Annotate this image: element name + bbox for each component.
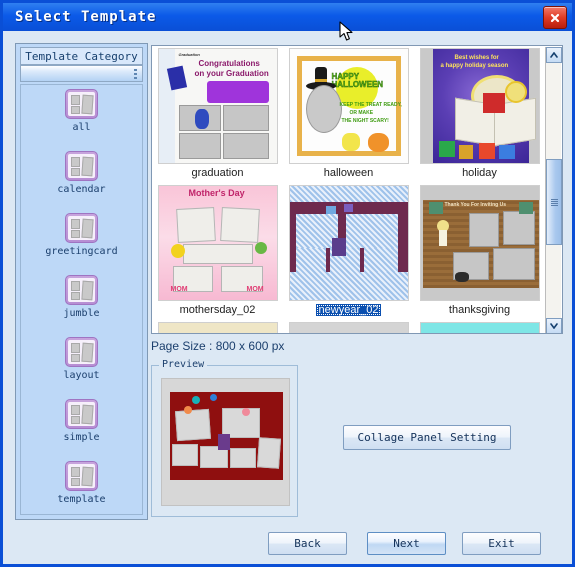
halloween-line-2: OR MAKE bbox=[349, 110, 374, 116]
sidebar: Template Category all calendar greetingc… bbox=[15, 43, 148, 520]
sidebar-item-label: layout bbox=[63, 370, 100, 381]
sidebar-item-label: jumble bbox=[63, 308, 100, 319]
template-label: mothersday_02 bbox=[179, 304, 256, 316]
sidebar-item-label: simple bbox=[63, 432, 100, 443]
collage-panel-setting-button[interactable]: Collage Panel Setting bbox=[343, 425, 511, 450]
holiday-line-1: Best wishes for bbox=[454, 55, 499, 61]
preview-label: Preview bbox=[159, 359, 208, 370]
template-label: holiday bbox=[462, 167, 497, 179]
select-template-dialog: Select Template Template Category all ca… bbox=[0, 0, 575, 567]
preview-panel: Preview bbox=[151, 359, 298, 517]
sidebar-item-label: calendar bbox=[57, 184, 106, 195]
template-item-partial[interactable] bbox=[414, 320, 545, 333]
template-item-partial[interactable] bbox=[283, 320, 414, 333]
template-thumb-icon bbox=[65, 213, 98, 243]
template-label: graduation bbox=[191, 167, 244, 179]
template-grid-row-partial bbox=[152, 320, 546, 333]
sidebar-item-template[interactable]: template bbox=[21, 461, 142, 514]
sidebar-item-jumble[interactable]: jumble bbox=[21, 275, 142, 333]
title-bar: Select Template bbox=[3, 3, 572, 31]
template-item-thanksgiving[interactable]: Thank You For Inviting Us thanksgiving bbox=[414, 183, 545, 320]
scroll-up-button[interactable] bbox=[546, 47, 562, 63]
template-item-newyear-02[interactable]: newyear_02 bbox=[283, 183, 414, 320]
sidebar-item-all[interactable]: all bbox=[21, 89, 142, 147]
exit-button[interactable]: Exit bbox=[462, 532, 541, 555]
template-thumbnail[interactable]: Thank You For Inviting Us bbox=[419, 185, 540, 301]
window-title: Select Template bbox=[15, 9, 157, 25]
mothersday-badge-left: MOM bbox=[170, 286, 188, 293]
template-thumbnail[interactable]: Mother's Day MOM MOM bbox=[157, 185, 278, 301]
graduation-headline-2: on your Graduation bbox=[194, 69, 269, 78]
chevron-down-icon bbox=[550, 323, 558, 329]
halloween-line-1: KEEP THE TREAT READY, bbox=[339, 102, 402, 108]
holiday-line-2: a happy holiday season bbox=[440, 63, 509, 69]
mothersday-badge-right: MOM bbox=[246, 286, 264, 293]
template-thumb-icon bbox=[65, 151, 98, 181]
back-button[interactable]: Back bbox=[268, 532, 347, 555]
sidebar-item-label: greetingcard bbox=[45, 246, 118, 257]
sidebar-item-layout[interactable]: layout bbox=[21, 337, 142, 395]
sidebar-item-greetingcard[interactable]: greetingcard bbox=[21, 213, 142, 271]
template-thumb-icon bbox=[65, 275, 98, 305]
template-label: thanksgiving bbox=[448, 304, 511, 316]
page-size-label: Page Size : 800 x 600 px bbox=[151, 339, 285, 353]
template-thumbnail[interactable]: HAPPY HALLOWEEN KEEP THE TREAT READY, OR… bbox=[288, 48, 409, 164]
sidebar-title: Template Category bbox=[20, 47, 143, 65]
grid-vertical-scrollbar[interactable] bbox=[545, 47, 562, 333]
template-item-graduation[interactable]: Graduation Congratulations on your Gradu… bbox=[152, 46, 283, 183]
template-grid-row: Graduation Congratulations on your Gradu… bbox=[152, 46, 546, 183]
sidebar-item-label: template bbox=[57, 494, 106, 505]
graduation-headline-1: Congratulations bbox=[198, 59, 260, 68]
template-grid-row: Mother's Day MOM MOM mothersday_02 newye… bbox=[152, 183, 546, 320]
next-button[interactable]: Next bbox=[367, 532, 446, 555]
sidebar-item-calendar[interactable]: calendar bbox=[21, 151, 142, 209]
graduation-tag: Graduation bbox=[178, 52, 200, 57]
sidebar-item-simple[interactable]: simple bbox=[21, 399, 142, 457]
template-thumb-icon bbox=[65, 399, 98, 429]
template-item-holiday[interactable]: Best wishes for a happy holiday season h… bbox=[414, 46, 545, 183]
grip-icon bbox=[550, 198, 558, 207]
template-item-partial[interactable] bbox=[152, 320, 283, 333]
template-thumbnail[interactable]: Best wishes for a happy holiday season bbox=[419, 48, 540, 164]
template-thumb-icon bbox=[65, 89, 98, 119]
scrollbar-thumb[interactable] bbox=[546, 159, 562, 245]
scroll-down-button[interactable] bbox=[546, 318, 562, 333]
category-list[interactable]: all calendar greetingcard jumble layout … bbox=[20, 84, 143, 515]
template-thumbnail[interactable] bbox=[288, 185, 409, 301]
preview-image-frame bbox=[161, 378, 290, 506]
thanksgiving-title: Thank You For Inviting Us bbox=[444, 202, 506, 208]
halloween-title: HAPPY HALLOWEEN bbox=[331, 72, 384, 90]
template-thumbnail[interactable] bbox=[288, 322, 409, 333]
category-scroll-bar[interactable] bbox=[20, 65, 143, 82]
template-item-halloween[interactable]: HAPPY HALLOWEEN KEEP THE TREAT READY, OR… bbox=[283, 46, 414, 183]
template-item-mothersday-02[interactable]: Mother's Day MOM MOM mothersday_02 bbox=[152, 183, 283, 320]
halloween-line-3: THE NIGHT SCARY! bbox=[341, 118, 389, 124]
close-icon bbox=[550, 13, 560, 22]
sidebar-item-label: all bbox=[72, 122, 91, 133]
template-thumb-icon bbox=[65, 337, 98, 367]
mothersday-title: Mother's Day bbox=[188, 188, 245, 198]
template-thumbnail[interactable] bbox=[419, 322, 540, 333]
template-grid: Graduation Congratulations on your Gradu… bbox=[151, 45, 563, 334]
template-label: newyear_02 bbox=[315, 304, 382, 316]
template-label: halloween bbox=[323, 167, 374, 179]
template-thumb-icon bbox=[65, 461, 98, 491]
close-button[interactable] bbox=[543, 6, 567, 29]
preview-image bbox=[170, 392, 283, 480]
grip-icon bbox=[134, 69, 137, 80]
chevron-up-icon bbox=[550, 52, 558, 58]
template-thumbnail[interactable]: Graduation Congratulations on your Gradu… bbox=[157, 48, 278, 164]
template-thumbnail[interactable] bbox=[157, 322, 278, 333]
